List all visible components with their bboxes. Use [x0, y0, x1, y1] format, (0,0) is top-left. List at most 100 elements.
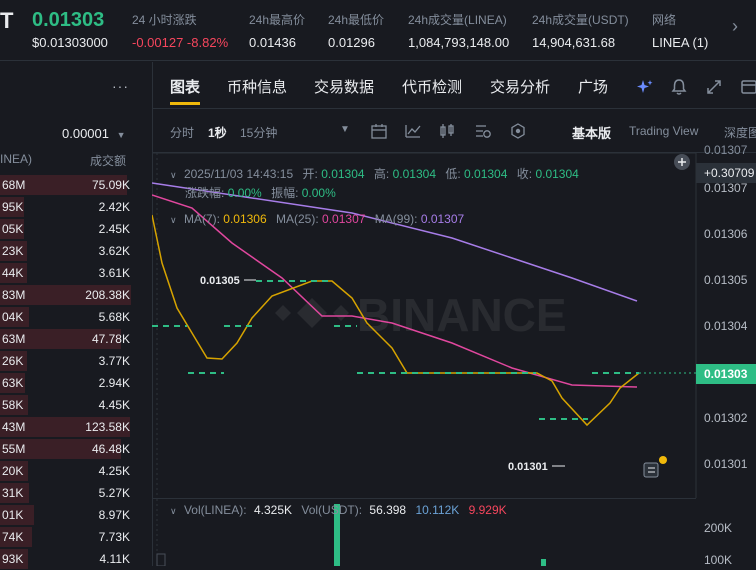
y-tick-label: 0.01302 — [704, 411, 748, 425]
trade-turnover: 3.62K — [98, 244, 130, 258]
column-header-amount: INEA) — [0, 152, 33, 166]
stat-24h-change-value: -0.00127 -8.82% — [132, 35, 229, 50]
tab-token-check[interactable]: 代币检测 — [402, 76, 462, 97]
stat-24h-low-label: 24h最低价 — [328, 13, 385, 27]
event-notes-icon[interactable] — [643, 456, 667, 478]
vol-quote-label: Vol(USDT): — [301, 503, 363, 517]
ma7-label: MA(7): — [183, 212, 220, 226]
trade-amount: 93K — [2, 552, 24, 566]
trade-turnover: 4.45K — [98, 398, 130, 412]
trade-row: 31K 5.27K — [0, 482, 134, 504]
tab-coin-info[interactable]: 币种信息 — [227, 76, 287, 97]
high-marker-label: 0.01305 — [200, 275, 240, 287]
trade-amount: 43M — [2, 420, 26, 434]
ma25-label: MA(25): — [276, 212, 319, 226]
mode-basic[interactable]: 基本版 — [572, 123, 611, 142]
mode-depth[interactable]: 深度图 — [724, 124, 756, 141]
tab-square[interactable]: 广场 — [578, 76, 608, 97]
interval-15m[interactable]: 15分钟 — [240, 124, 277, 141]
ai-sparkle-icon[interactable] — [636, 78, 654, 96]
precision-select[interactable]: 0.00001 ▼ — [62, 126, 126, 141]
amplitude-value: 0.00% — [301, 186, 336, 200]
percent-badge-text: +0.30709 — [704, 166, 755, 180]
add-overlay-icon[interactable] — [674, 154, 690, 170]
amplitude-label: 振幅: — [271, 186, 299, 200]
ma99-label: MA(99): — [374, 212, 418, 226]
interval-dropdown-icon[interactable]: ▼ — [340, 124, 350, 135]
stat-24h-change-label: 24 小时涨跌 — [132, 13, 197, 27]
stat-24h-high-label: 24h最高价 — [249, 13, 306, 27]
tab-chart[interactable]: 图表 — [170, 76, 200, 97]
active-tab-indicator — [170, 102, 200, 105]
chart-settings-icon[interactable] — [474, 122, 492, 140]
trade-amount: 31K — [2, 486, 24, 500]
trade-history-panel: ··· 0.00001 ▼ INEA) 成交额 68M 75.09K 95K 2.42… — [0, 62, 146, 569]
chevron-right-icon[interactable]: › — [732, 16, 738, 37]
last-price: 0.01303 — [32, 9, 105, 31]
trade-row: 58K 4.45K — [0, 394, 134, 416]
trade-amount: 20K — [2, 464, 24, 478]
mode-tradingview[interactable]: Trading View — [629, 124, 698, 138]
ohlc-open-label: 开: — [302, 167, 318, 181]
stat-network-value[interactable]: LINEA (1) — [652, 35, 708, 50]
trade-row: 23K 3.62K — [0, 240, 134, 262]
trade-turnover: 2.45K — [98, 222, 130, 236]
stat-network-label: 网络 — [652, 13, 677, 27]
expand-icon[interactable] — [705, 78, 723, 96]
collapse-chevron-icon[interactable]: ∨ — [170, 215, 177, 225]
ma7-value: 0.01306 — [223, 212, 267, 226]
price-chart[interactable]: BINANCE 0.01305 0.01301 — [152, 153, 756, 498]
calendar-icon[interactable] — [370, 122, 388, 140]
tab-trade-data[interactable]: 交易数据 — [314, 76, 374, 97]
more-menu-icon[interactable]: ··· — [112, 78, 129, 94]
column-header-turnover: 成交额 — [90, 154, 127, 168]
trade-row: 04K 5.68K — [0, 306, 134, 328]
y-tick-label: 0.01307 — [704, 143, 748, 157]
change-label: 涨跌幅: — [185, 186, 225, 200]
chart-tabs: 图表 币种信息 交易数据 代币检测 交易分析 广场 — [152, 64, 756, 109]
ma25-value: 0.01307 — [322, 212, 366, 226]
trade-turnover: 75.09K — [91, 178, 130, 192]
ohlc-legend: ∨ 2025/11/03 14:43:15 开: 0.01304 高: 0.01… — [170, 165, 579, 182]
indicator-icon[interactable] — [404, 122, 422, 140]
trade-amount: 04K — [2, 310, 24, 324]
trade-amount: 44K — [2, 266, 24, 280]
collapse-chevron-icon[interactable]: ∨ — [170, 506, 177, 516]
stat-24h-vol-base-value: 1,084,793,148.00 — [408, 35, 510, 50]
trade-turnover: 2.42K — [98, 200, 130, 214]
interval-time[interactable]: 分时 — [170, 124, 194, 141]
current-price-tag: 0.01303 — [696, 364, 756, 384]
trade-amount: 68M — [2, 178, 26, 192]
panel-layout-icon[interactable] — [740, 78, 756, 96]
ohlc-change-row: 涨跌幅: 0.00% 振幅: 0.00% — [185, 184, 336, 201]
candle-style-icon[interactable] — [438, 122, 456, 140]
symbol-label: T — [0, 8, 14, 33]
vol-base-value: 4.325K — [253, 503, 293, 517]
ohlc-date: 2025/11/03 14:43:15 — [183, 167, 294, 181]
trade-turnover: 7.73K — [98, 530, 130, 544]
trade-row: 95K 2.42K — [0, 196, 134, 218]
stat-24h-high-value: 0.01436 — [249, 35, 296, 50]
tab-trade-analysis[interactable]: 交易分析 — [490, 76, 550, 97]
stat-24h-vol-quote-value: 14,904,631.68 — [532, 35, 616, 50]
trade-turnover: 47.78K — [91, 332, 130, 346]
trade-row: 26K 3.77K — [0, 350, 134, 372]
y-tick-label: 0.01304 — [704, 319, 748, 333]
interval-1s[interactable]: 1秒 — [208, 124, 227, 141]
chart-toolbar: 分时 1秒 15分钟 ▼ 基本版 Trading View 深度图 — [152, 110, 756, 153]
trade-row: 68M 75.09K — [0, 174, 134, 196]
collapse-chevron-icon[interactable]: ∨ — [170, 170, 177, 180]
ma-legend: ∨ MA(7): 0.01306 MA(25): 0.01307 MA(99):… — [170, 212, 464, 226]
trade-row: 93K 4.11K — [0, 548, 134, 570]
watermark-text: BINANCE — [357, 289, 567, 341]
trade-turnover: 3.77K — [98, 354, 130, 368]
ohlc-high: 0.01304 — [392, 167, 436, 181]
hexagon-settings-icon[interactable] — [509, 122, 527, 140]
trade-turnover: 123.58K — [85, 420, 130, 434]
trade-row: 83M 208.38K — [0, 284, 134, 306]
vol-y-tick: 200K — [704, 521, 733, 535]
y-tick-label: 0.01306 — [704, 227, 748, 241]
trade-turnover: 4.11K — [99, 552, 130, 566]
stat-24h-vol-quote-label: 24h成交量(USDT) — [532, 13, 629, 27]
bell-icon[interactable] — [670, 78, 688, 96]
